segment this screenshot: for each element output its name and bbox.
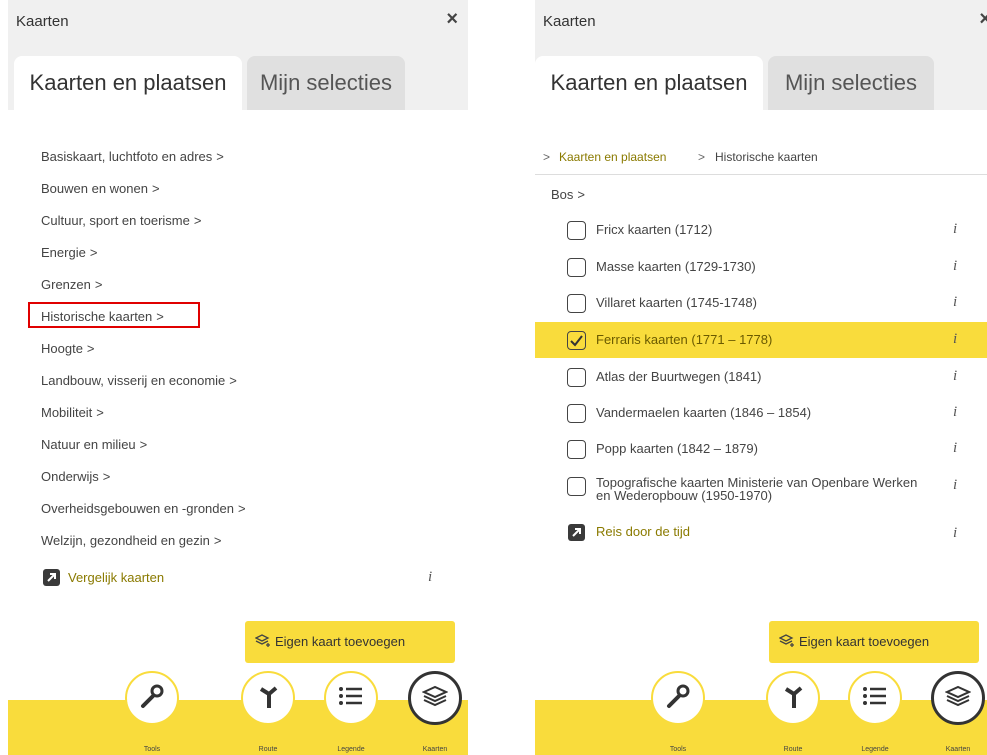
route-button[interactable] (241, 671, 295, 725)
category-item[interactable]: Cultuur, sport en toerisme > (41, 213, 201, 228)
external-link-icon (43, 569, 60, 586)
add-own-map-button[interactable]: Eigen kaart toevoegen (769, 621, 979, 663)
nav-label: Route (783, 746, 803, 753)
info-icon[interactable]: i (953, 404, 957, 421)
layers-icon (944, 684, 972, 713)
category-item-historische-kaarten[interactable]: Historische kaarten > (41, 309, 164, 324)
map-checkbox-checked[interactable] (567, 331, 586, 350)
tools-button[interactable] (651, 671, 705, 725)
category-item[interactable]: Natuur en milieu > (41, 437, 147, 452)
route-icon (781, 682, 805, 715)
layers-add-icon (254, 622, 271, 664)
map-list-item[interactable]: Topografische kaarten Ministerie van Ope… (535, 468, 987, 512)
map-checkbox[interactable] (567, 258, 586, 277)
map-checkbox[interactable] (567, 440, 586, 459)
map-checkbox[interactable] (567, 221, 586, 240)
map-list-item[interactable]: Masse kaarten (1729-1730) i (535, 249, 987, 285)
breadcrumb: > Kaarten en plaatsen > Historische kaar… (535, 150, 987, 175)
category-item[interactable]: Bouwen en wonen > (41, 181, 160, 196)
add-own-map-button[interactable]: Eigen kaart toevoegen (245, 621, 455, 663)
info-icon[interactable]: i (428, 569, 432, 586)
category-item[interactable]: Welzijn, gezondheid en gezin > (41, 533, 221, 548)
close-icon[interactable]: × (446, 9, 458, 29)
layers-icon (421, 684, 449, 713)
close-icon[interactable]: × (979, 9, 987, 29)
map-checkbox[interactable] (567, 477, 586, 496)
legend-button[interactable] (848, 671, 902, 725)
info-icon[interactable]: i (953, 294, 957, 311)
tools-button[interactable] (125, 671, 179, 725)
map-list-item[interactable]: Atlas der Buurtwegen (1841) i (535, 359, 987, 395)
route-icon (256, 682, 280, 715)
route-button[interactable] (766, 671, 820, 725)
tab-maps-and-places[interactable]: Kaarten en plaatsen (14, 56, 242, 110)
bottom-nav-bar (8, 700, 468, 755)
map-list-item[interactable]: Popp kaarten (1842 – 1879) i (535, 431, 987, 467)
wrench-icon (138, 682, 166, 715)
info-icon[interactable]: i (953, 221, 957, 238)
tab-my-selections[interactable]: Mijn selecties (768, 56, 934, 110)
info-icon[interactable]: i (953, 331, 957, 348)
nav-label: Legende (337, 746, 365, 753)
category-item[interactable]: Landbouw, visserij en economie > (41, 373, 237, 388)
tab-my-selections[interactable]: Mijn selecties (247, 56, 405, 110)
maps-panel-right: Kaarten × Kaarten en plaatsen Mijn selec… (535, 0, 987, 755)
info-icon[interactable]: i (953, 440, 957, 457)
nav-label: Kaarten (422, 746, 448, 753)
map-list-item-selected[interactable]: Ferraris kaarten (1771 – 1778) i (535, 322, 987, 358)
list-icon (338, 685, 364, 712)
category-item[interactable]: Energie > (41, 245, 97, 260)
breadcrumb-current: Historische kaarten (715, 150, 818, 164)
nav-label: Tools (143, 746, 161, 753)
nav-label: Tools (669, 746, 687, 753)
maps-panel-left: Kaarten × Kaarten en plaatsen Mijn selec… (8, 0, 468, 755)
external-link-icon (568, 524, 585, 541)
wrench-icon (664, 682, 692, 715)
info-icon[interactable]: i (953, 368, 957, 385)
maps-button[interactable] (931, 671, 985, 725)
panel-titlebar: Kaarten × (8, 0, 468, 44)
nav-label: Route (258, 746, 278, 753)
map-list-item[interactable]: Villaret kaarten (1745-1748) i (535, 285, 987, 321)
category-item[interactable]: Mobiliteit > (41, 405, 104, 420)
panel-title: Kaarten (16, 13, 69, 30)
tab-bar: Kaarten en plaatsen Mijn selecties (535, 44, 987, 110)
nav-label: Legende (861, 746, 889, 753)
map-checkbox[interactable] (567, 404, 586, 423)
tab-bar: Kaarten en plaatsen Mijn selecties (8, 44, 468, 110)
time-travel-link[interactable]: Reis door de tijd (596, 524, 690, 539)
info-icon[interactable]: i (953, 477, 957, 494)
category-item[interactable]: Basiskaart, luchtfoto en adres > (41, 149, 224, 164)
category-item[interactable]: Hoogte > (41, 341, 95, 356)
map-list-item[interactable]: Fricx kaarten (1712) i (535, 212, 987, 248)
category-item[interactable]: Grenzen > (41, 277, 102, 292)
legend-button[interactable] (324, 671, 378, 725)
list-icon (862, 685, 888, 712)
tab-maps-and-places[interactable]: Kaarten en plaatsen (535, 56, 763, 110)
nav-label: Kaarten (945, 746, 971, 753)
breadcrumb-root-link[interactable]: Kaarten en plaatsen (559, 150, 666, 164)
bottom-nav-bar (535, 700, 987, 755)
info-icon[interactable]: i (953, 258, 957, 275)
compare-maps-link[interactable]: Vergelijk kaarten (68, 570, 164, 585)
panel-title: Kaarten (543, 13, 596, 30)
map-checkbox[interactable] (567, 368, 586, 387)
maps-button[interactable] (408, 671, 462, 725)
subcategory-bos[interactable]: Bos > (551, 187, 585, 202)
map-checkbox[interactable] (567, 294, 586, 313)
category-item[interactable]: Overheidsgebouwen en -gronden > (41, 501, 246, 516)
info-icon[interactable]: i (953, 525, 957, 542)
panel-titlebar: Kaarten × (535, 0, 987, 44)
category-item[interactable]: Onderwijs > (41, 469, 110, 484)
map-list-item[interactable]: Vandermaelen kaarten (1846 – 1854) i (535, 395, 987, 431)
layers-add-icon (778, 622, 795, 664)
check-icon (570, 335, 583, 347)
